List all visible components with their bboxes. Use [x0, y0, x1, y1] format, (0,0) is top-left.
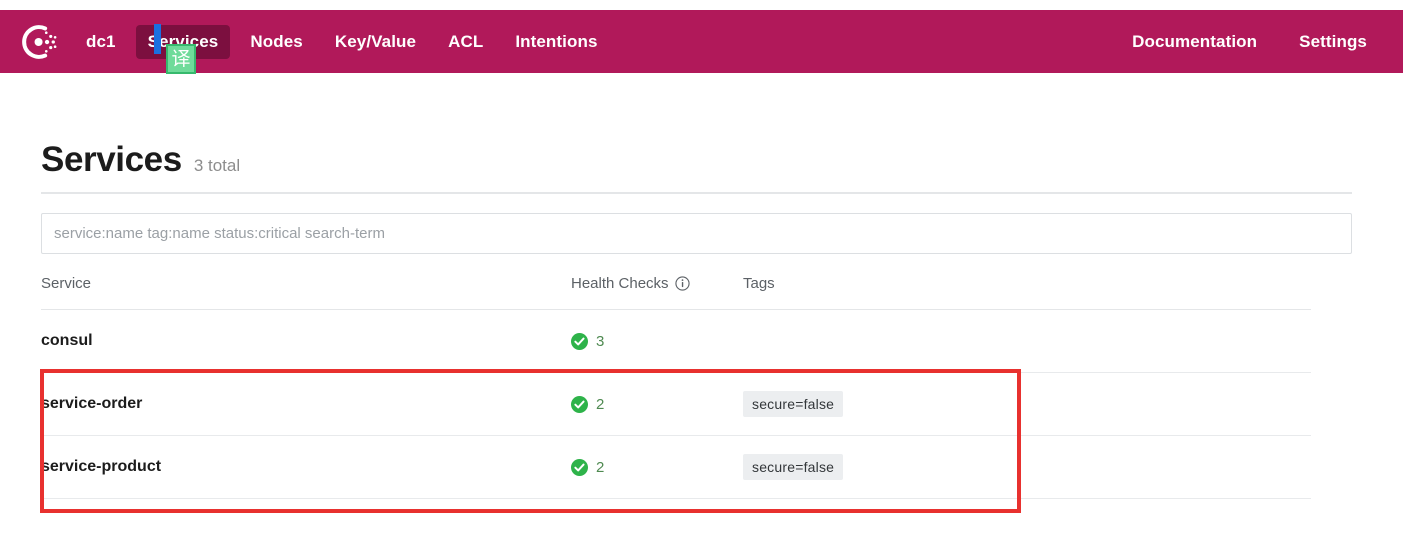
header-divider	[41, 192, 1352, 194]
navbar-item-settings[interactable]: Settings	[1287, 25, 1379, 59]
column-header-health-checks-label: Health Checks	[571, 275, 669, 292]
service-name-link[interactable]: service-product	[41, 458, 161, 475]
cell-service-name[interactable]: service-product	[41, 436, 571, 499]
consul-logo-icon[interactable]	[18, 21, 60, 63]
cell-health-checks: 2	[571, 436, 743, 499]
column-header-service[interactable]: Service	[41, 275, 571, 310]
service-name-link[interactable]: service-order	[41, 395, 142, 412]
health-check-count: 2	[596, 458, 605, 476]
table-row[interactable]: consul 3	[41, 310, 1311, 373]
navbar-item-acl[interactable]: ACL	[436, 25, 495, 59]
navbar-right-group: Documentation Settings	[1110, 10, 1403, 73]
cell-health-checks: 3	[571, 310, 743, 373]
page-title: Services	[41, 140, 182, 179]
cell-tags: secure=false	[743, 436, 1311, 499]
column-header-tags[interactable]: Tags	[743, 275, 1311, 310]
info-icon[interactable]	[674, 276, 690, 291]
tag-badge: secure=false	[743, 454, 844, 480]
health-check-count: 3	[596, 332, 605, 350]
tag-badge: secure=false	[743, 391, 844, 417]
navbar-left-group: dc1 Services Nodes Key/Value ACL Intenti…	[0, 10, 618, 73]
table-header-row: Service Health Checks Tags	[41, 275, 1311, 310]
translate-badge-icon[interactable]: 译	[166, 44, 196, 74]
check-circle-icon	[571, 395, 588, 413]
navbar-item-datacenter[interactable]: dc1	[80, 25, 126, 59]
search-bar	[41, 213, 1352, 254]
check-circle-icon	[571, 458, 588, 476]
table-row[interactable]: service-order 2 secure=false	[41, 373, 1311, 436]
main-navbar: dc1 Services Nodes Key/Value ACL Intenti…	[0, 10, 1403, 73]
services-table-head: Service Health Checks Tags	[41, 275, 1311, 310]
search-input[interactable]	[41, 213, 1352, 254]
check-circle-icon	[571, 332, 588, 350]
cell-service-name[interactable]: service-order	[41, 373, 571, 436]
table-row[interactable]: service-product 2 secure=false	[41, 436, 1311, 499]
health-check-count: 2	[596, 395, 605, 413]
cell-health-checks: 2	[571, 373, 743, 436]
page-content: Services 3 total	[41, 140, 1352, 254]
navbar-item-documentation[interactable]: Documentation	[1120, 25, 1269, 59]
navbar-item-key-value[interactable]: Key/Value	[323, 25, 428, 59]
services-table-body: consul 3 service-order 2 secure=false se…	[41, 310, 1311, 499]
page-header: Services 3 total	[41, 140, 1352, 192]
cell-tags	[743, 310, 1311, 373]
cell-service-name[interactable]: consul	[41, 310, 571, 373]
column-header-health-checks[interactable]: Health Checks	[571, 275, 743, 310]
page-total-count: 3 total	[193, 156, 241, 175]
service-name-link[interactable]: consul	[41, 332, 93, 349]
navbar-item-nodes[interactable]: Nodes	[238, 25, 314, 59]
cell-tags: secure=false	[743, 373, 1311, 436]
text-cursor-caret	[154, 24, 161, 54]
navbar-item-intentions[interactable]: Intentions	[503, 25, 609, 59]
services-table: Service Health Checks Tags consul 3 serv…	[41, 275, 1311, 499]
